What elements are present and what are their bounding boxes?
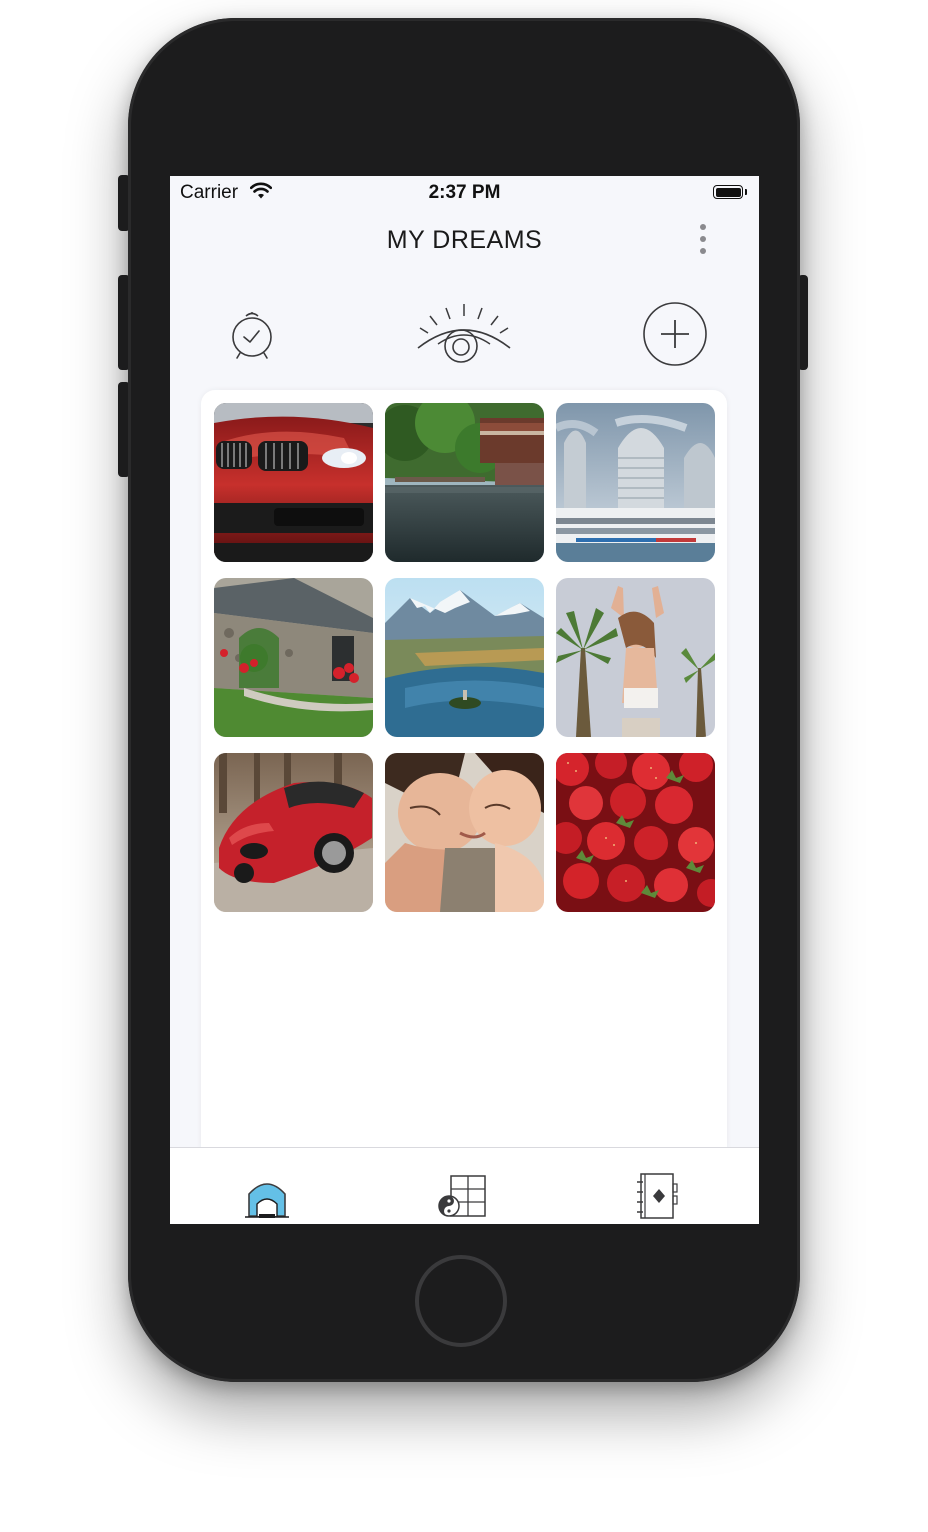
dream-image-red-sports-car[interactable] <box>214 753 373 912</box>
status-time: 2:37 PM <box>428 182 501 203</box>
car-image <box>214 403 373 562</box>
status-bar: Carrier 2:37 PM <box>170 176 759 210</box>
add-circle-icon[interactable] <box>642 301 708 367</box>
couple-image <box>385 753 544 912</box>
mountain-lake-image <box>385 578 544 737</box>
dream-image-grid <box>214 403 715 912</box>
dream-image-lake-house[interactable] <box>385 403 544 562</box>
woman-palms-image <box>556 578 715 737</box>
home-icon[interactable] <box>237 1170 297 1222</box>
app-screen: Carrier 2:37 PM MY DREAMS <box>170 176 759 1224</box>
lake-house-image <box>385 403 544 562</box>
dream-image-red-bmw-car[interactable] <box>214 403 373 562</box>
dream-image-city-towers-cruise-ship[interactable] <box>556 403 715 562</box>
journal-icon[interactable] <box>627 1170 687 1222</box>
cottage-image <box>214 578 373 737</box>
dream-image-woman-stretching-palms[interactable] <box>556 578 715 737</box>
tab-bar <box>170 1147 759 1224</box>
dream-image-strawberries[interactable] <box>556 753 715 912</box>
eye-icon[interactable] <box>414 302 514 366</box>
alarm-clock-icon[interactable] <box>228 310 276 360</box>
vision-board-icon[interactable] <box>435 1170 495 1222</box>
dream-image-couple-embracing[interactable] <box>385 753 544 912</box>
page-title: MY DREAMS <box>386 226 543 254</box>
dream-image-stone-cottage-flowers[interactable] <box>214 578 373 737</box>
city-ship-image <box>556 403 715 562</box>
battery-cap <box>745 189 747 195</box>
dream-board-card <box>201 390 727 1150</box>
strawberries-image <box>556 753 715 912</box>
home-button[interactable] <box>415 1255 507 1347</box>
battery-icon <box>713 185 743 199</box>
more-vertical-icon[interactable] <box>698 224 708 258</box>
dream-image-mountain-lake-island[interactable] <box>385 578 544 737</box>
sports-car-image <box>214 753 373 912</box>
